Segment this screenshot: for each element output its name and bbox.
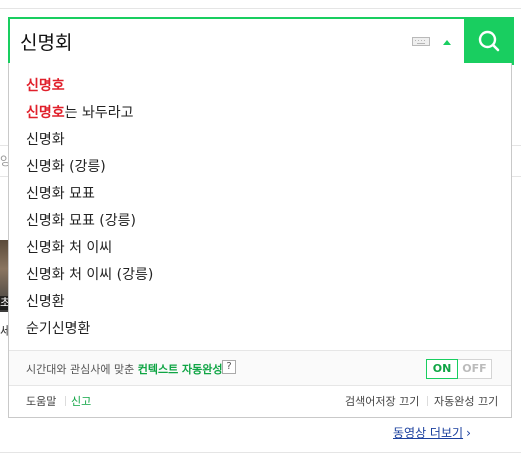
suggestion-rest: 는 놔두라고: [64, 105, 134, 121]
suggestion-rest: 순기신명환: [26, 321, 91, 337]
context-autocomplete-text: 시간대와 관심사에 맞춘 컨텍스트 자동완성: [26, 361, 223, 377]
keyboard-icon[interactable]: [412, 37, 430, 46]
suggestion-item[interactable]: 순기신명환: [9, 316, 511, 343]
dropdown-footer: 도움말 신고 검색어저장 끄기 자동완성 끄기: [9, 390, 511, 414]
autocomplete-off-link[interactable]: 자동완성 끄기: [434, 393, 498, 409]
background-divider: [0, 452, 521, 453]
suggestion-item[interactable]: 신명호: [9, 73, 511, 100]
context-toggle: ON OFF: [426, 359, 492, 379]
suggestion-match: 신명호: [26, 78, 65, 94]
more-videos-link[interactable]: 동영상 더보기 ›: [393, 424, 471, 441]
help-link[interactable]: 도움말: [26, 393, 56, 409]
autocomplete-dropdown: 신명호 신명호는 놔두라고 신명화 신명화 (강릉) 신명화 묘표 신명화 묘표…: [8, 63, 512, 418]
suggestion-item[interactable]: 신명화 묘표 (강릉): [9, 208, 511, 235]
more-videos-label: 동영상 더보기: [393, 426, 464, 440]
suggestion-item[interactable]: 신명호는 놔두라고: [9, 100, 511, 127]
search-input[interactable]: [20, 19, 400, 63]
collapse-arrow-icon[interactable]: [443, 40, 451, 45]
toggle-off-button[interactable]: OFF: [458, 359, 492, 379]
suggestion-item[interactable]: 신명화 묘표: [9, 181, 511, 208]
suggestion-rest: 신명화 (강릉): [26, 159, 106, 175]
magnifier-icon: [478, 30, 500, 52]
toggle-on-button[interactable]: ON: [426, 359, 458, 379]
suggestion-rest: 신명환: [26, 294, 65, 310]
report-link[interactable]: 신고: [71, 393, 91, 409]
suggestion-item[interactable]: 신명환: [9, 289, 511, 316]
context-autocomplete-link[interactable]: 컨텍스트 자동완성: [138, 363, 223, 376]
search-history-off-link[interactable]: 검색어저장 끄기: [345, 393, 419, 409]
search-bar: [8, 17, 514, 65]
help-question-icon[interactable]: ?: [222, 360, 236, 374]
suggestion-item[interactable]: 신명화 처 이씨 (강릉): [9, 262, 511, 289]
suggestion-rest: 신명화 묘표: [26, 186, 95, 202]
suggestion-rest: 신명화 처 이씨 (강릉): [26, 267, 154, 283]
background-divider: [0, 8, 521, 9]
suggestion-rest: 신명화: [26, 132, 65, 148]
footer-divider: [427, 396, 428, 406]
chevron-right-icon: ›: [466, 426, 471, 440]
suggestion-item[interactable]: 신명화 처 이씨: [9, 235, 511, 262]
search-button[interactable]: [464, 17, 514, 65]
context-autocomplete-row: 시간대와 관심사에 맞춘 컨텍스트 자동완성 ? ON OFF: [9, 350, 511, 386]
suggestion-rest: 신명화 묘표 (강릉): [26, 213, 136, 229]
context-text-prefix: 시간대와 관심사에 맞춘: [26, 363, 138, 376]
suggestion-match: 신명호: [26, 105, 65, 121]
suggestion-item[interactable]: 신명화: [9, 127, 511, 154]
footer-divider: [65, 396, 66, 406]
suggestion-rest: 신명화 처 이씨: [26, 240, 113, 256]
suggestion-item[interactable]: 신명화 (강릉): [9, 154, 511, 181]
suggestion-list: 신명호 신명호는 놔두라고 신명화 신명화 (강릉) 신명화 묘표 신명화 묘표…: [9, 73, 511, 343]
background-text: 양: [0, 154, 8, 168]
